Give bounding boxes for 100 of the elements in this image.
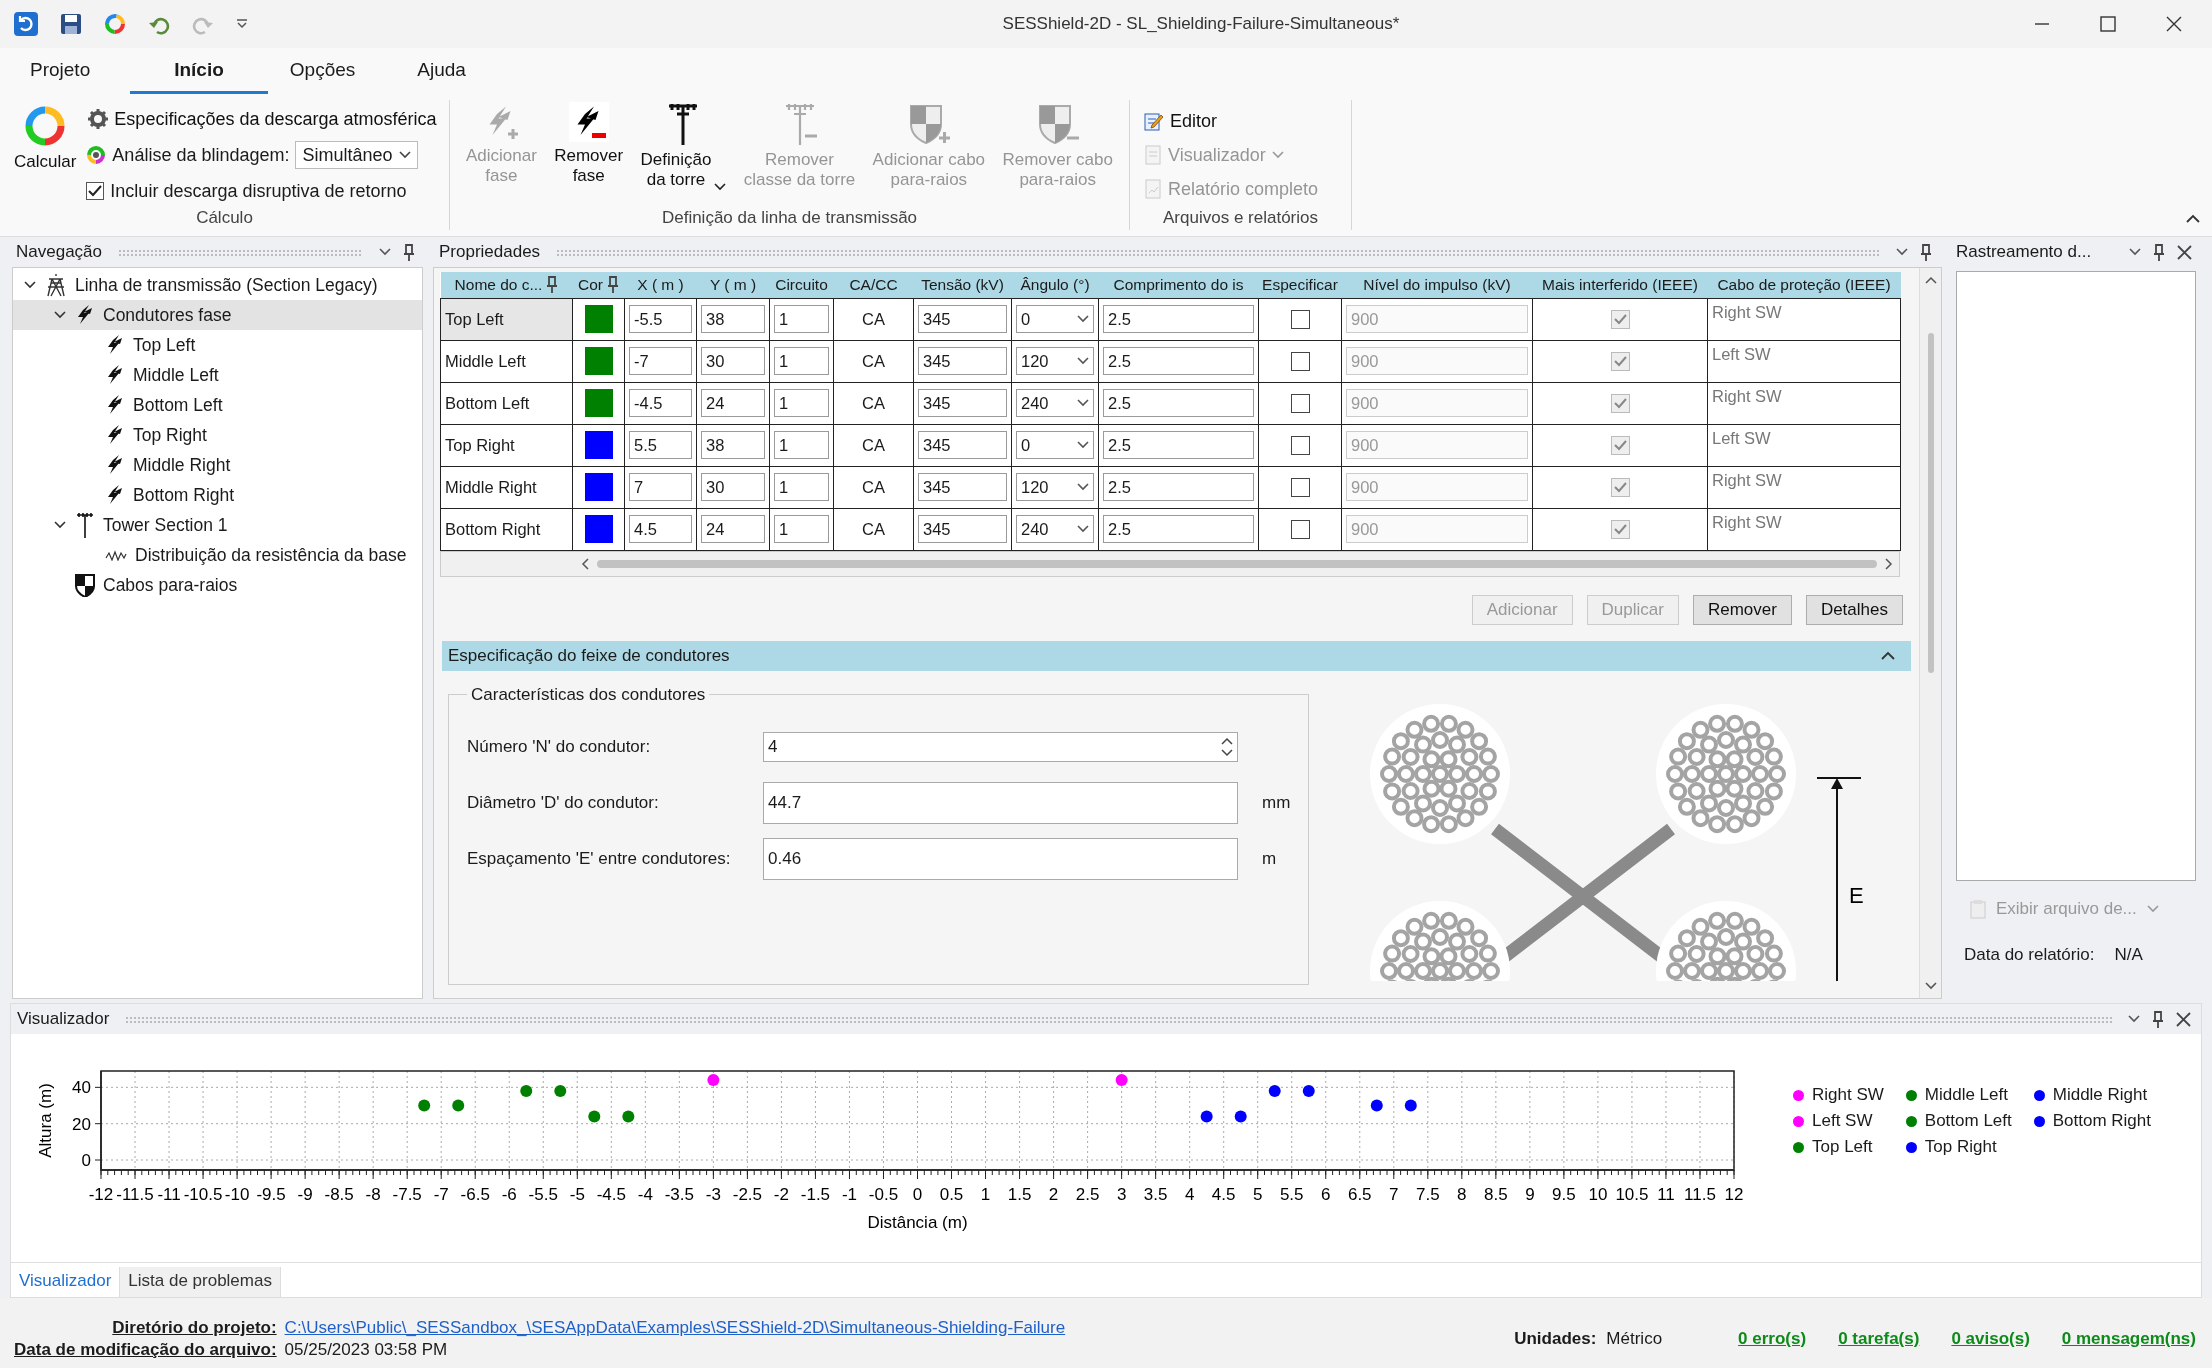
- action-button[interactable]: Detalhes: [1805, 594, 1903, 625]
- tree-item[interactable]: Top Left: [13, 330, 422, 360]
- save-icon[interactable]: [60, 13, 82, 35]
- tree-item[interactable]: Condutores fase: [13, 300, 422, 330]
- insulator-length-field[interactable]: 2.5: [1103, 431, 1254, 459]
- insulator-length-field[interactable]: 2.5: [1103, 347, 1254, 375]
- lightning-specs-button[interactable]: Especificações da descarga atmosférica: [86, 104, 439, 134]
- spinner-field[interactable]: 4: [763, 731, 1238, 762]
- close-icon[interactable]: [2177, 244, 2192, 260]
- x-field[interactable]: -5.5: [629, 305, 692, 333]
- y-field[interactable]: 38: [701, 431, 765, 459]
- insulator-length-field[interactable]: 2.5: [1103, 473, 1254, 501]
- counter-link[interactable]: 0 erro(s): [1738, 1329, 1807, 1349]
- angle-dropdown[interactable]: 120: [1016, 473, 1094, 501]
- checkbox[interactable]: [1290, 393, 1310, 413]
- angle-dropdown[interactable]: 120: [1016, 347, 1094, 375]
- voltage-field[interactable]: 345: [918, 305, 1007, 333]
- y-field[interactable]: 30: [701, 473, 765, 501]
- x-field[interactable]: 5.5: [629, 431, 692, 459]
- color-ring-icon[interactable]: [104, 13, 126, 35]
- x-field[interactable]: 4.5: [629, 515, 692, 543]
- spin-arrows-icon[interactable]: [1221, 735, 1233, 758]
- checkbox[interactable]: [1290, 477, 1310, 497]
- checkbox[interactable]: [1290, 351, 1310, 371]
- tree-item[interactable]: Distribuição da resistência da base: [13, 540, 422, 570]
- color-swatch[interactable]: [584, 515, 613, 543]
- project-dir-link[interactable]: C:\Users\Public\_SESSandbox_\SESAppData\Examples\SESShield-2D\Simultaneous-Shielding-Failure: [284, 1318, 1066, 1337]
- voltage-field[interactable]: 345: [918, 515, 1007, 543]
- tree-item[interactable]: Middle Right: [13, 450, 422, 480]
- insulator-length-field[interactable]: 2.5: [1103, 515, 1254, 543]
- tree-item[interactable]: Bottom Right: [13, 480, 422, 510]
- close-icon[interactable]: [2166, 16, 2182, 32]
- ribbon-tab[interactable]: Ajuda: [395, 48, 506, 94]
- pin-icon[interactable]: [2152, 1010, 2164, 1028]
- voltage-field[interactable]: 345: [918, 473, 1007, 501]
- horizontal-scrollbar[interactable]: [440, 550, 1900, 577]
- ribbon-button[interactable]: Remover fase: [550, 100, 628, 208]
- pin-icon[interactable]: [546, 276, 559, 294]
- action-button[interactable]: Remover: [1692, 594, 1792, 625]
- circuit-field[interactable]: 1: [774, 515, 829, 543]
- circuit-field[interactable]: 1: [774, 347, 829, 375]
- app-icon[interactable]: [14, 12, 38, 36]
- collapse-icon[interactable]: [2186, 214, 2200, 223]
- color-swatch[interactable]: [584, 389, 613, 417]
- x-field[interactable]: 7: [629, 473, 692, 501]
- tree-item[interactable]: Top Right: [13, 420, 422, 450]
- maximize-icon[interactable]: [2100, 16, 2116, 32]
- expand-chevron-icon[interactable]: [24, 281, 36, 289]
- x-field[interactable]: -7: [629, 347, 692, 375]
- color-swatch[interactable]: [584, 431, 613, 459]
- counter-link[interactable]: 0 tarefa(s): [1838, 1329, 1920, 1349]
- checkbox[interactable]: [1290, 519, 1310, 539]
- color-swatch[interactable]: [584, 347, 613, 375]
- pin-icon[interactable]: [2153, 243, 2165, 261]
- panel-tab[interactable]: Lista de problemas: [120, 1267, 281, 1297]
- section-header[interactable]: Especificação do feixe de condutores: [442, 640, 1911, 671]
- angle-dropdown[interactable]: 0: [1016, 431, 1094, 459]
- y-field[interactable]: 38: [701, 305, 765, 333]
- close-icon[interactable]: [2176, 1011, 2191, 1027]
- ribbon-tab[interactable]: Opções: [267, 48, 396, 94]
- circuit-field[interactable]: 1: [774, 431, 829, 459]
- voltage-field[interactable]: 345: [918, 347, 1007, 375]
- pin-icon[interactable]: [403, 243, 415, 261]
- circuit-field[interactable]: 1: [774, 389, 829, 417]
- angle-dropdown[interactable]: 0: [1016, 305, 1094, 333]
- customize-icon[interactable]: [236, 18, 248, 30]
- calculate-button[interactable]: Calcular: [10, 100, 81, 208]
- checkbox[interactable]: [1290, 309, 1310, 329]
- tree-item[interactable]: Linha de transmissão (Section Legacy): [13, 270, 422, 300]
- checkbox[interactable]: [1290, 435, 1310, 455]
- expand-chevron-icon[interactable]: [54, 311, 66, 319]
- expand-chevron-icon[interactable]: [54, 521, 66, 529]
- x-field[interactable]: -4.5: [629, 389, 692, 417]
- ribbon-button[interactable]: Editor: [1142, 106, 1339, 136]
- y-field[interactable]: 24: [701, 389, 765, 417]
- tree-item[interactable]: Middle Left: [13, 360, 422, 390]
- tree-item[interactable]: Bottom Left: [13, 390, 422, 420]
- y-field[interactable]: 30: [701, 347, 765, 375]
- ribbon-tab[interactable]: Início: [130, 48, 268, 94]
- ribbon-tab[interactable]: Projeto: [8, 48, 131, 94]
- counter-link[interactable]: 0 mensagem(ns): [2061, 1329, 2196, 1349]
- circuit-field[interactable]: 1: [774, 305, 829, 333]
- voltage-field[interactable]: 345: [918, 389, 1007, 417]
- counter-link[interactable]: 0 aviso(s): [1951, 1329, 2030, 1349]
- pin-icon[interactable]: [607, 276, 619, 294]
- voltage-field[interactable]: 345: [918, 431, 1007, 459]
- input-field[interactable]: 0.46: [763, 837, 1238, 880]
- y-field[interactable]: 24: [701, 515, 765, 543]
- ribbon-button[interactable]: Definição da torre: [636, 100, 731, 208]
- pin-icon[interactable]: [1920, 243, 1932, 261]
- vertical-scrollbar[interactable]: [1919, 268, 1941, 998]
- shielding-select[interactable]: Simultâneo: [295, 141, 418, 169]
- tree-item[interactable]: Tower Section 1: [13, 510, 422, 540]
- insulator-length-field[interactable]: 2.5: [1103, 305, 1254, 333]
- checkbox[interactable]: [86, 182, 105, 200]
- angle-dropdown[interactable]: 240: [1016, 515, 1094, 543]
- color-swatch[interactable]: [584, 305, 613, 333]
- color-swatch[interactable]: [584, 473, 613, 501]
- input-field[interactable]: 44.7: [763, 781, 1238, 824]
- insulator-length-field[interactable]: 2.5: [1103, 389, 1254, 417]
